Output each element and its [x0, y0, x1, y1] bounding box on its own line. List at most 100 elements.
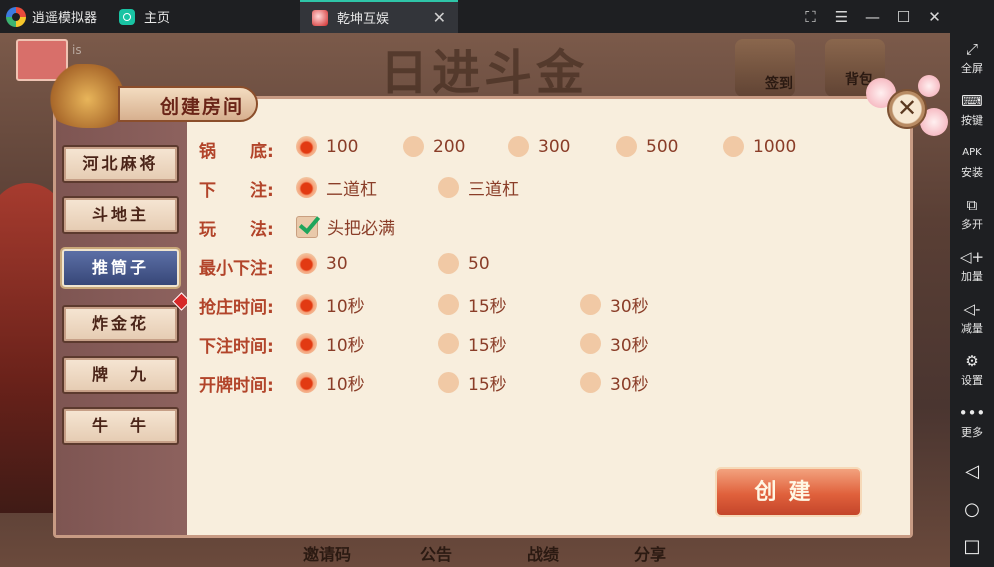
- multi-instance-icon: ⧉: [966, 196, 978, 214]
- sidebar-item-multi[interactable]: ⧉ 多开: [950, 196, 994, 232]
- radio-unselected-icon: [403, 136, 424, 157]
- option-radio[interactable]: 30秒: [580, 331, 649, 356]
- emulator-sidebar: ⤢ 全屏 ⌨ 按键 APK 安装 ⧉ 多开 ◁+ 加量 ◁- 减量 ⚙ 设置 •…: [950, 0, 994, 567]
- option-label: 15秒: [468, 336, 507, 356]
- option-checkbox[interactable]: 头把必满: [296, 214, 395, 239]
- screenshot-frame-icon[interactable]: ⛶: [795, 0, 826, 33]
- radio-unselected-icon: [438, 253, 459, 274]
- nav-home-icon[interactable]: ○: [950, 499, 994, 520]
- tab-hebei-mahjong[interactable]: 河北麻将: [62, 145, 179, 183]
- option-label: 30秒: [610, 336, 649, 356]
- player-nickname: is: [72, 43, 82, 57]
- option-radio[interactable]: 三道杠: [438, 175, 519, 200]
- sidebar-item-more[interactable]: ••• 更多: [950, 404, 994, 440]
- tab-zhajinhua[interactable]: 炸金花: [62, 305, 179, 343]
- option-radio[interactable]: 15秒: [438, 292, 507, 317]
- option-radio[interactable]: 1000: [723, 136, 796, 157]
- option-radio[interactable]: 10秒: [296, 331, 365, 356]
- tab-tuitongzi[interactable]: 推筒子: [62, 249, 179, 287]
- volume-up-icon: ◁+: [959, 248, 985, 266]
- share-button[interactable]: 分享: [634, 541, 666, 565]
- option-radio[interactable]: 100: [296, 136, 358, 157]
- tab-game[interactable]: 乾坤互娱 ✕: [300, 0, 459, 33]
- option-label: 30秒: [610, 297, 649, 317]
- option-label: 二道杠: [326, 180, 377, 200]
- option-row-label: 抢庄时间:: [199, 298, 274, 318]
- close-dialog-button[interactable]: ✕: [887, 89, 927, 129]
- option-row-label: 开牌时间:: [199, 376, 274, 396]
- option-label: 500: [646, 136, 679, 157]
- option-radio[interactable]: 500: [616, 136, 678, 157]
- option-radio[interactable]: 200: [403, 136, 465, 157]
- dialog-title: 创建房间: [160, 96, 245, 118]
- radio-unselected-icon: [580, 333, 601, 354]
- option-label: 15秒: [468, 297, 507, 317]
- radio-unselected-icon: [438, 333, 459, 354]
- radio-unselected-icon: [616, 136, 637, 157]
- close-window-icon[interactable]: ✕: [919, 0, 950, 33]
- invite-code-button[interactable]: 邀请码: [303, 541, 351, 565]
- option-label: 三道杠: [468, 180, 519, 200]
- option-label: 10秒: [326, 375, 365, 395]
- option-radio[interactable]: 50: [438, 253, 490, 274]
- option-radio[interactable]: 二道杠: [296, 175, 377, 200]
- nav-back-icon[interactable]: ◁: [950, 461, 994, 482]
- nav-recents-icon[interactable]: □: [950, 536, 994, 557]
- radio-unselected-icon: [723, 136, 744, 157]
- sidebar-item-settings[interactable]: ⚙ 设置: [950, 352, 994, 388]
- menu-icon[interactable]: ☰: [826, 0, 857, 33]
- option-radio[interactable]: 30: [296, 253, 348, 274]
- sidebar-label: 设置: [961, 374, 983, 387]
- tab-niuniu[interactable]: 牛 牛: [62, 407, 179, 445]
- radio-selected-icon: [296, 294, 317, 315]
- sidebar-item-install[interactable]: APK 安装: [950, 144, 994, 180]
- option-radio[interactable]: 10秒: [296, 370, 365, 395]
- create-room-button[interactable]: 创建: [715, 467, 862, 517]
- option-label: 200: [433, 136, 466, 157]
- radio-unselected-icon: [438, 177, 459, 198]
- apk-install-icon: APK: [962, 147, 982, 158]
- close-icon: ✕: [897, 94, 918, 122]
- option-label: 300: [538, 136, 571, 157]
- option-radio[interactable]: 15秒: [438, 370, 507, 395]
- option-row-label: 下 注:: [199, 181, 274, 201]
- records-button[interactable]: 战绩: [527, 541, 559, 565]
- minimize-icon[interactable]: —: [857, 0, 888, 33]
- tab-home[interactable]: 主页: [107, 0, 182, 33]
- sidebar-label: 按键: [961, 114, 983, 127]
- notice-button[interactable]: 公告: [420, 541, 452, 565]
- tab-paijiu[interactable]: 牌 九: [62, 356, 179, 394]
- option-radio[interactable]: 300: [508, 136, 570, 157]
- emulator-app-title: 逍遥模拟器: [0, 0, 107, 33]
- close-tab-icon[interactable]: ✕: [433, 8, 446, 27]
- emulator-title-bar: 逍遥模拟器 主页 乾坤互娱 ✕ ⛶ ☰ — ☐ ✕ «‹: [0, 0, 994, 33]
- option-radio[interactable]: 30秒: [580, 292, 649, 317]
- option-radio[interactable]: 10秒: [296, 292, 365, 317]
- sidebar-label: 多开: [961, 218, 983, 231]
- option-row-label: 锅 底:: [199, 142, 274, 162]
- more-dots-icon: •••: [958, 404, 986, 422]
- sidebar-item-volume-up[interactable]: ◁+ 加量: [950, 248, 994, 284]
- game-screen: 日进斗金 is 签到 背包 邀请码 公告 战绩 分享 河北麻将 斗地主 推筒子 …: [0, 33, 950, 567]
- checkin-label: 签到: [765, 76, 793, 92]
- sidebar-label: 更多: [961, 426, 983, 439]
- emulator-app-name: 逍遥模拟器: [32, 11, 98, 26]
- option-label: 15秒: [468, 375, 507, 395]
- option-label: 10秒: [326, 297, 365, 317]
- tab-game-label: 乾坤互娱: [337, 12, 390, 27]
- sidebar-item-fullscreen[interactable]: ⤢ 全屏: [950, 40, 994, 76]
- option-label: 头把必满: [327, 219, 395, 239]
- tab-home-label: 主页: [144, 11, 171, 26]
- option-radio[interactable]: 30秒: [580, 370, 649, 395]
- tab-doudizhu[interactable]: 斗地主: [62, 196, 179, 234]
- option-label: 50: [468, 253, 490, 274]
- option-radio[interactable]: 15秒: [438, 331, 507, 356]
- maximize-icon[interactable]: ☐: [888, 0, 919, 33]
- flower-decoration: [918, 75, 940, 97]
- sidebar-item-volume-down[interactable]: ◁- 减量: [950, 300, 994, 336]
- settings-gear-icon: ⚙: [965, 352, 979, 370]
- radio-selected-icon: [296, 333, 317, 354]
- sidebar-item-keymap[interactable]: ⌨ 按键: [950, 92, 994, 128]
- radio-selected-icon: [296, 177, 317, 198]
- option-label: 30秒: [610, 375, 649, 395]
